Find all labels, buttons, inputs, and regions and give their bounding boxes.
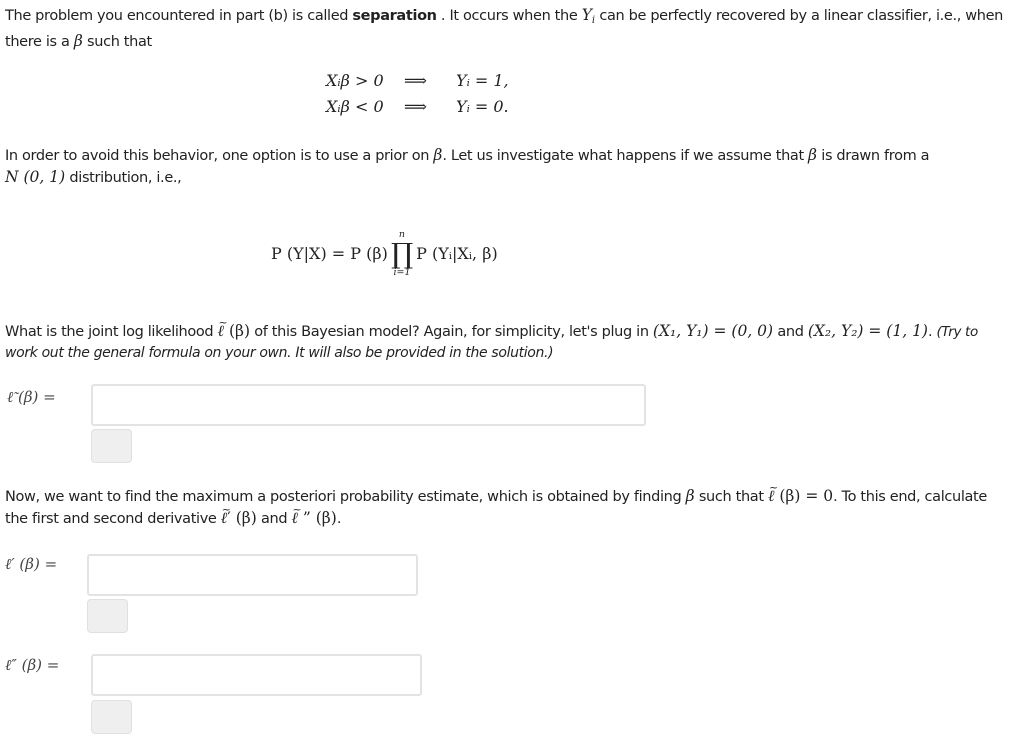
second-derivative-input[interactable] (91, 654, 422, 696)
second-derivative-preview-button[interactable] (91, 700, 132, 734)
product-operator: n ∏ i=1 (390, 229, 414, 278)
question-joint-log-likelihood: What is the joint log likelihood ℓ (β) o… (5, 312, 1015, 364)
question-map-estimate: Now, we want to find the maximum a poste… (5, 477, 1015, 530)
intro-paragraph: The problem you encountered in part (b) … (5, 6, 1004, 50)
bayes-equation: P (Y|X) = P (β) n ∏ i=1 P (Yᵢ|Xᵢ, β) (271, 230, 498, 277)
bayes-rhs: P (Yᵢ|Xᵢ, β) (416, 244, 498, 263)
prior-paragraph: In order to avoid this behavior, one opt… (5, 146, 930, 186)
normal-distribution: N (0, 1) (5, 168, 66, 186)
separation-term: separation (352, 8, 437, 24)
first-derivative-input[interactable] (87, 554, 418, 596)
yi-symbol: Yi (581, 6, 596, 26)
first-derivative-preview-button[interactable] (87, 599, 128, 633)
log-likelihood-input[interactable] (91, 384, 646, 426)
separation-equations: Xᵢβ > 0 ⟹ Yᵢ = 1, Xᵢβ < 0 ⟹ Yᵢ = 0. (326, 68, 509, 120)
answer-label-second-derivative: ℓ″ (β) = (5, 656, 60, 674)
log-likelihood-preview-button[interactable] (91, 429, 132, 463)
separation-row-positive: Xᵢβ > 0 ⟹ Yᵢ = 1, (326, 71, 509, 90)
separation-row-negative: Xᵢβ < 0 ⟹ Yᵢ = 0. (326, 97, 509, 116)
answer-label-first-derivative: ℓ′ (β) = (5, 555, 58, 573)
bayes-lhs: P (Y|X) = P (β) (271, 244, 388, 263)
answer-label-log-likelihood: ℓ̃ (β) = (7, 388, 56, 406)
